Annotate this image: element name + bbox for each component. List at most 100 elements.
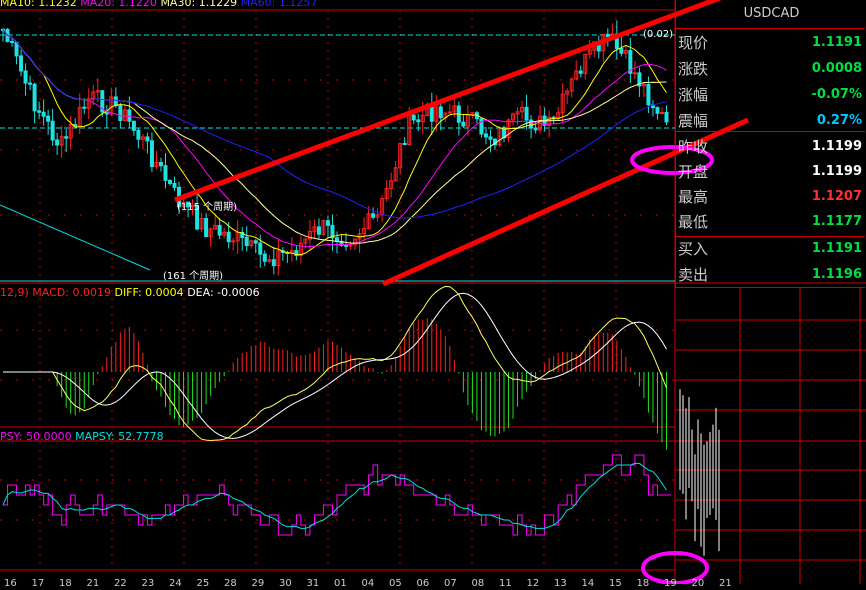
x-axis-label: 12 — [526, 578, 540, 589]
quote-row: 震幅 0.27% — [678, 110, 862, 134]
x-axis-label: 14 — [581, 578, 595, 589]
quote-label: 昨收 — [678, 138, 709, 156]
candle-body — [533, 127, 538, 131]
x-axis-label: 21 — [86, 578, 100, 589]
quote-panel: USDCAD 现价 1.1191 涨跌 0.0008 涨幅 -0.07% 震幅 0.27% 昨收… — [675, 0, 866, 288]
candle-body — [46, 115, 51, 122]
ma20-label: MA20: 1.1220 — [80, 0, 157, 9]
macd-params: 12,9) — [0, 286, 29, 299]
ma30-label: MA30: 1.1229 — [160, 0, 238, 9]
x-axis-label: 31 — [306, 578, 320, 589]
candle-body — [172, 182, 177, 188]
candle-body — [619, 47, 624, 54]
quote-value: 1.1199 — [811, 164, 862, 179]
x-axis-label: 18 — [636, 578, 650, 589]
ma60-line — [2, 29, 667, 219]
quote-value: 1.1191 — [811, 241, 862, 256]
x-axis-label: 30 — [279, 578, 292, 589]
x-axis-label: 16 — [4, 578, 17, 589]
x-axis-label: 17 — [31, 578, 45, 589]
x-axis-label: 15 — [609, 578, 622, 589]
mapsy-label: MAPSY: 52.7778 — [75, 430, 164, 443]
x-axis-label: 13 — [554, 578, 567, 589]
candle-body — [163, 165, 168, 181]
x-axis-label: 29 — [251, 578, 265, 589]
candle-body — [344, 244, 349, 247]
quote-row: 昨收 1.1199 — [678, 136, 862, 160]
quote-value: 1.1191 — [811, 35, 862, 50]
candle-body — [524, 106, 529, 121]
period-115-note: (115 个周期) — [177, 202, 238, 213]
candle-body — [32, 83, 37, 112]
candle-body — [113, 96, 118, 107]
psy-legend: PSY: 50.0000 MAPSY: 52.7778 — [0, 431, 164, 443]
ma20-line — [2, 29, 667, 248]
candle-body — [145, 136, 150, 142]
candle-body — [231, 240, 236, 243]
x-axis-label: 19 — [664, 578, 677, 589]
ma10-label: MA10: 1.1232 — [0, 0, 77, 9]
candle-body — [41, 111, 46, 117]
quote-label: 震幅 — [678, 112, 709, 130]
candle-body — [244, 237, 249, 247]
cycle-line — [0, 204, 151, 271]
ma-legend: MA10: 1.1232 MA20: 1.1220 MA30: 1.1229 M… — [0, 0, 317, 9]
candle-body — [37, 110, 42, 113]
quote-value: 1.1177 — [811, 214, 862, 229]
x-axis-label: 22 — [114, 578, 127, 589]
candle-body — [646, 83, 651, 106]
candle-body — [371, 213, 376, 218]
candle-body — [82, 106, 87, 109]
quote-value: 1.1199 — [811, 139, 862, 154]
candle-body — [325, 220, 330, 226]
x-axis-label: 06 — [416, 578, 430, 589]
candle-body — [158, 162, 163, 167]
x-axis-label: 01 — [334, 578, 347, 589]
quote-value: 0.0008 — [811, 61, 862, 76]
quote-label: 卖出 — [678, 266, 709, 284]
psy-label: PSY: 50.0000 — [0, 430, 72, 443]
quote-row: 涨跌 0.0008 — [678, 58, 862, 82]
macd-legend: 12,9) MACD: 0.0019 DIFF: 0.0004 DEA: -0.… — [0, 287, 260, 299]
candle-body — [461, 121, 466, 127]
quote-value: 1.1196 — [811, 267, 862, 282]
x-axis-label: 28 — [224, 578, 237, 589]
x-axis-label: 20 — [691, 578, 705, 589]
ma60-label: MA60: 1.1257 — [240, 0, 318, 9]
symbol-title: USDCAD — [743, 6, 800, 21]
candle-body — [19, 55, 24, 72]
candle-body — [253, 240, 258, 244]
x-axis-label: 18 — [59, 578, 72, 589]
psy-line — [3, 454, 671, 536]
candle-body — [551, 116, 556, 119]
candle-body — [127, 109, 132, 122]
candle-body — [411, 114, 416, 121]
candle-body — [149, 140, 154, 168]
macd-label: MACD: 0.0019 — [32, 286, 111, 299]
x-axis-label: 25 — [196, 578, 210, 589]
candle-body — [479, 118, 484, 135]
candle-body — [488, 136, 493, 140]
quote-value: 0.27% — [816, 113, 862, 128]
x-axis-label: 24 — [169, 578, 182, 589]
x-axis-label: 08 — [471, 578, 485, 589]
candle-body — [204, 218, 209, 238]
candle-body — [168, 179, 172, 184]
candle-body — [50, 120, 55, 141]
quote-row: 买入 1.1191 — [678, 238, 862, 262]
candle-body — [664, 111, 669, 123]
diff-label: DIFF: 0.0004 — [114, 286, 184, 299]
ma30-line — [2, 29, 667, 244]
quote-row: 最低 1.1177 — [678, 211, 862, 235]
candle-body — [258, 242, 263, 255]
candle-body — [271, 259, 276, 267]
candle-body — [632, 72, 637, 75]
candle-body — [23, 70, 28, 84]
quote-label: 涨跌 — [678, 60, 709, 78]
quote-row: 卖出 1.1196 — [678, 264, 862, 288]
quote-label: 买入 — [678, 240, 709, 258]
candle-body — [416, 119, 421, 123]
x-axis-label: 11 — [499, 578, 512, 589]
candle-body — [131, 120, 136, 131]
candle-body — [438, 106, 443, 119]
